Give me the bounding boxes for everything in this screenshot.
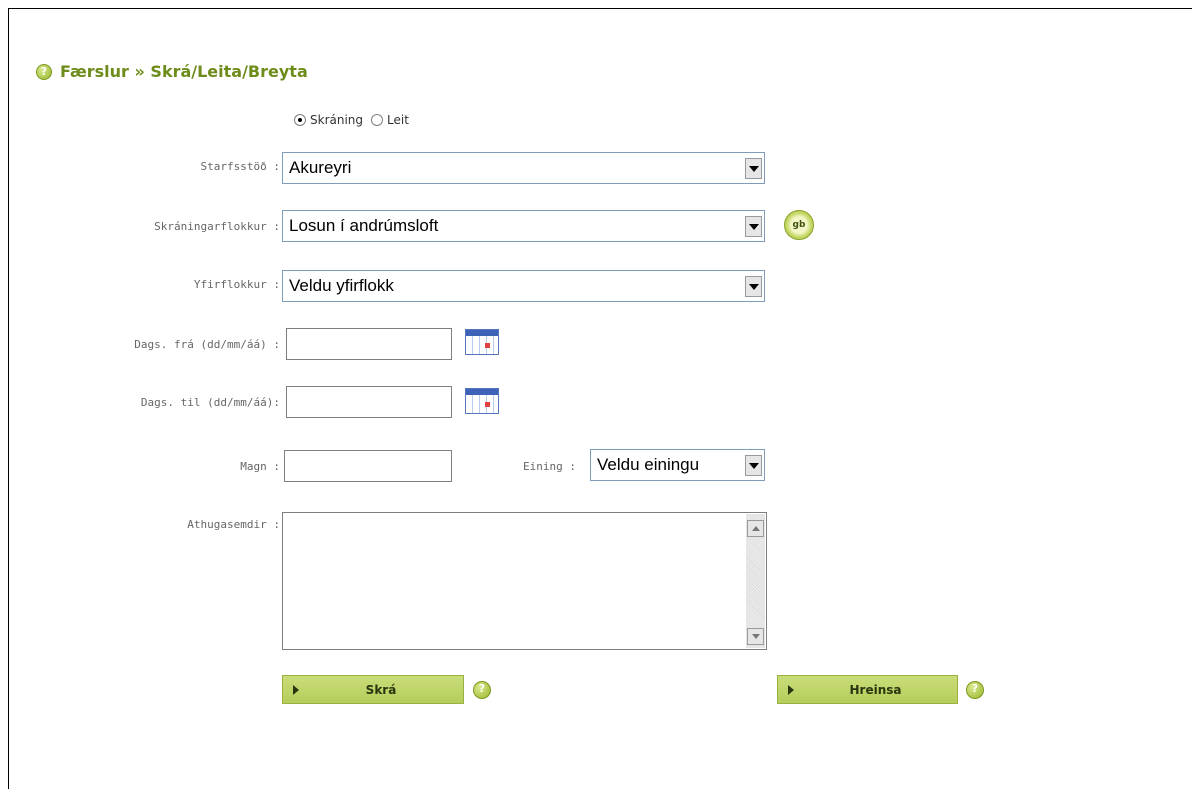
chevron-down-icon[interactable] <box>745 276 762 297</box>
radio-leit-label[interactable]: Leit <box>387 113 409 127</box>
page-title: ? Færslur » Skrá/Leita/Breyta <box>36 62 308 81</box>
magn-input[interactable] <box>284 450 452 482</box>
skra-button-label: Skrá <box>365 682 397 697</box>
skraningarflokkur-value: Losun í andrúmsloft <box>289 216 439 235</box>
page-title-text: Færslur » Skrá/Leita/Breyta <box>60 62 308 81</box>
yfirflokkur-label: Yfirflokkur : <box>193 278 280 291</box>
help-icon[interactable]: ? <box>36 63 52 80</box>
skra-button[interactable]: Skrá <box>282 675 464 704</box>
chevron-down-icon[interactable] <box>745 455 762 476</box>
eining-label: Eining : <box>523 460 576 473</box>
help-icon[interactable]: ? <box>966 681 984 699</box>
chevron-down-icon[interactable] <box>745 216 762 237</box>
starfsstod-select[interactable]: Akureyri <box>282 152 765 184</box>
athugasemdir-label: Athugasemdir : <box>187 518 280 531</box>
athugasemdir-textarea[interactable] <box>282 512 767 650</box>
dags-til-label: Dags. til (dd/mm/áá): <box>140 396 280 409</box>
yfirflokkur-select[interactable]: Veldu yfirflokk <box>282 270 765 302</box>
scroll-up-arrow-icon[interactable] <box>747 520 764 537</box>
magn-label: Magn : <box>240 460 280 473</box>
textarea-scrollbar[interactable] <box>746 514 765 648</box>
chevron-down-icon[interactable] <box>745 158 762 179</box>
skraningarflokkur-select[interactable]: Losun í andrúmsloft <box>282 210 765 242</box>
dags-til-input[interactable] <box>286 386 452 418</box>
starfsstod-label: Starfsstöð : <box>200 160 280 173</box>
dags-fra-input[interactable] <box>286 328 452 360</box>
hreinsa-button[interactable]: Hreinsa <box>777 675 958 704</box>
skraningarflokkur-label: Skráningarflokkur : <box>154 220 280 233</box>
gb-info-icon[interactable]: gb <box>784 210 814 240</box>
radio-skraning[interactable] <box>294 114 306 126</box>
calendar-icon[interactable] <box>465 388 499 414</box>
help-icon[interactable]: ? <box>473 681 491 699</box>
mode-radio-group: Skráning Leit <box>294 113 417 127</box>
radio-leit[interactable] <box>371 114 384 126</box>
yfirflokkur-value: Veldu yfirflokk <box>289 276 394 295</box>
dags-fra-label: Dags. frá (dd/mm/áá) : <box>134 338 280 351</box>
gb-icon-text: gb <box>792 220 806 230</box>
scroll-down-arrow-icon[interactable] <box>747 628 764 645</box>
eining-value: Veldu einingu <box>597 455 700 474</box>
eining-select[interactable]: Veldu einingu <box>590 449 765 481</box>
starfsstod-value: Akureyri <box>289 158 352 177</box>
hreinsa-button-label: Hreinsa <box>849 682 902 697</box>
radio-skraning-label[interactable]: Skráning <box>310 113 363 127</box>
calendar-icon[interactable] <box>465 329 499 355</box>
